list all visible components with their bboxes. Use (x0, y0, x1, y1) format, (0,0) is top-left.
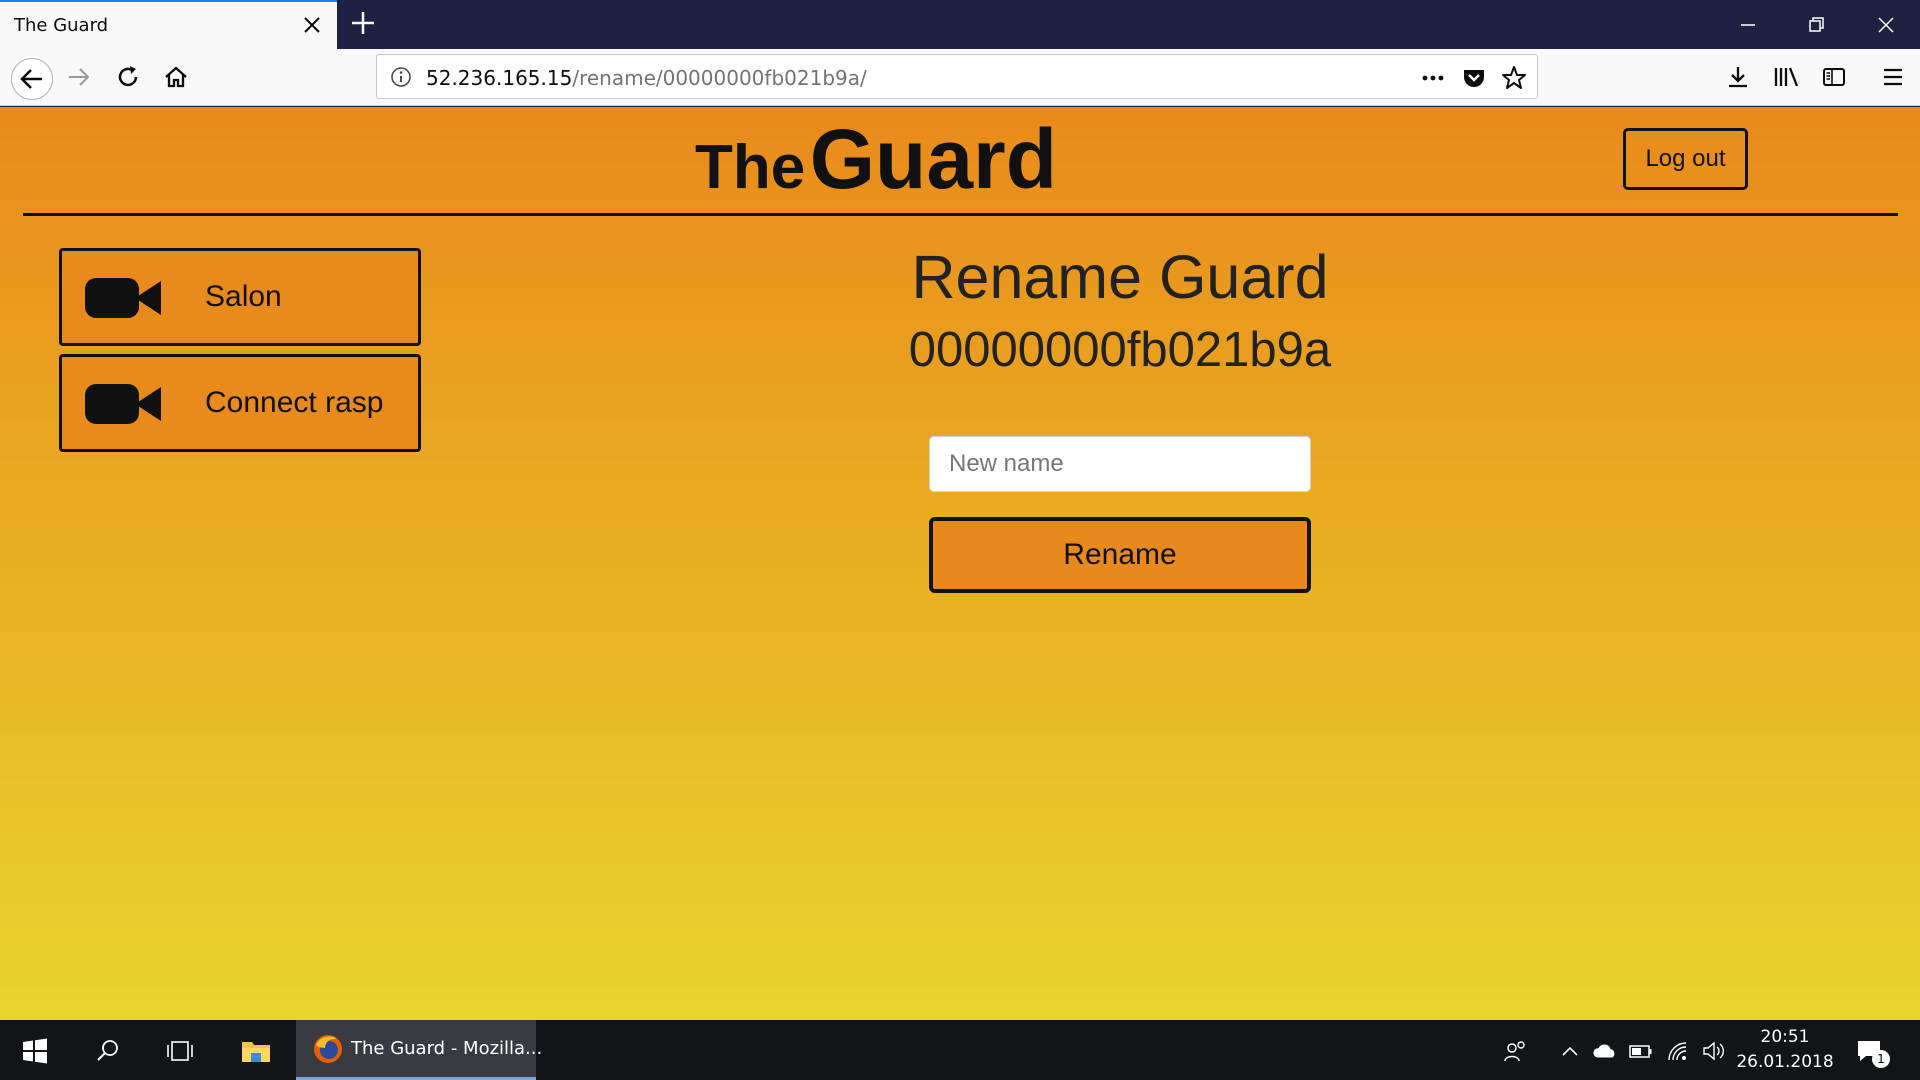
clock-time: 20:51 (1760, 1027, 1810, 1047)
sidebar-item-label: Salon (205, 280, 282, 313)
sidebar-toggle-button[interactable] (1817, 60, 1851, 94)
download-icon (1729, 67, 1747, 88)
taskbar-clock[interactable]: 20:51 26.01.2018 (1735, 1025, 1835, 1075)
taskbar-app-label: The Guard - Mozilla... (351, 1038, 543, 1059)
home-button[interactable] (159, 60, 193, 94)
forward-button[interactable] (62, 60, 96, 94)
video-camera-icon (85, 384, 161, 424)
volume-icon[interactable] (1701, 1038, 1727, 1064)
page-content: The Guard Log out Salon Connect rasp Ren… (0, 107, 1920, 1020)
firefox-icon (314, 1035, 342, 1063)
notification-count-badge: 1 (1872, 1050, 1890, 1068)
reload-button[interactable] (111, 60, 145, 94)
browser-nav-bar: 52.236.165.15/rename/00000000fb021b9a/ (0, 49, 1920, 106)
logo-word-guard: Guard (809, 112, 1058, 206)
video-camera-icon (85, 278, 161, 318)
file-explorer-icon[interactable] (239, 1034, 273, 1068)
search-icon[interactable] (91, 1034, 125, 1068)
wifi-icon[interactable] (1666, 1038, 1692, 1064)
minimize-icon[interactable] (1733, 10, 1763, 40)
close-window-icon[interactable] (1871, 10, 1901, 40)
sidebar-icon (1823, 68, 1845, 86)
close-tab-icon[interactable] (300, 13, 324, 37)
downloads-button[interactable] (1721, 60, 1755, 94)
header-divider (23, 213, 1898, 216)
sidebar-item-salon[interactable]: Salon (59, 248, 421, 346)
page-actions-icon[interactable] (1419, 64, 1447, 92)
site-logo: The Guard (695, 111, 1057, 208)
chevron-up-icon[interactable] (1557, 1038, 1583, 1064)
logo-word-the: The (695, 133, 806, 202)
rename-button[interactable]: Rename (929, 517, 1311, 593)
people-icon[interactable] (1503, 1038, 1529, 1064)
sidebar-item-label: Connect rasp (205, 386, 384, 419)
task-view-icon[interactable] (163, 1034, 197, 1068)
url-text[interactable]: 52.236.165.15/rename/00000000fb021b9a/ (426, 66, 867, 90)
windows-taskbar: The Guard - Mozilla... 20:51 26.01.2018 … (0, 1020, 1920, 1080)
clock-date: 26.01.2018 (1736, 1052, 1834, 1072)
logout-button[interactable]: Log out (1623, 128, 1748, 190)
browser-tab-bar: The Guard (0, 0, 1920, 49)
reload-icon (118, 66, 138, 87)
rename-panel: Rename Guard 00000000fb021b9a (860, 247, 1380, 375)
windows-start-icon[interactable] (18, 1034, 52, 1068)
restore-icon[interactable] (1801, 10, 1831, 40)
taskbar-firefox-app[interactable]: The Guard - Mozilla... (296, 1020, 542, 1080)
menu-button[interactable] (1876, 60, 1910, 94)
url-path: /rename/00000000fb021b9a/ (572, 66, 867, 90)
page-title: Rename Guard (911, 243, 1329, 311)
arrow-left-icon (20, 69, 42, 89)
library-button[interactable] (1769, 60, 1803, 94)
library-icon (1774, 67, 1799, 87)
address-bar[interactable]: 52.236.165.15/rename/00000000fb021b9a/ (376, 54, 1538, 99)
new-tab-icon[interactable] (348, 8, 378, 38)
info-icon[interactable] (389, 65, 413, 89)
battery-icon[interactable] (1628, 1038, 1654, 1064)
bookmark-star-icon[interactable] (1500, 64, 1528, 92)
pocket-icon[interactable] (1460, 64, 1488, 92)
url-host: 52.236.165.15 (426, 66, 573, 90)
home-icon (165, 66, 187, 88)
back-button[interactable] (11, 58, 53, 100)
guard-id: 00000000fb021b9a (908, 323, 1332, 377)
onedrive-cloud-icon[interactable] (1592, 1038, 1618, 1064)
sidebar-item-connect-rasp[interactable]: Connect rasp (59, 354, 421, 452)
browser-tab[interactable]: The Guard (0, 0, 337, 49)
arrow-right-icon (69, 68, 90, 86)
new-name-input[interactable] (929, 436, 1311, 492)
tab-title: The Guard (14, 15, 109, 36)
hamburger-menu-icon (1884, 68, 1902, 86)
